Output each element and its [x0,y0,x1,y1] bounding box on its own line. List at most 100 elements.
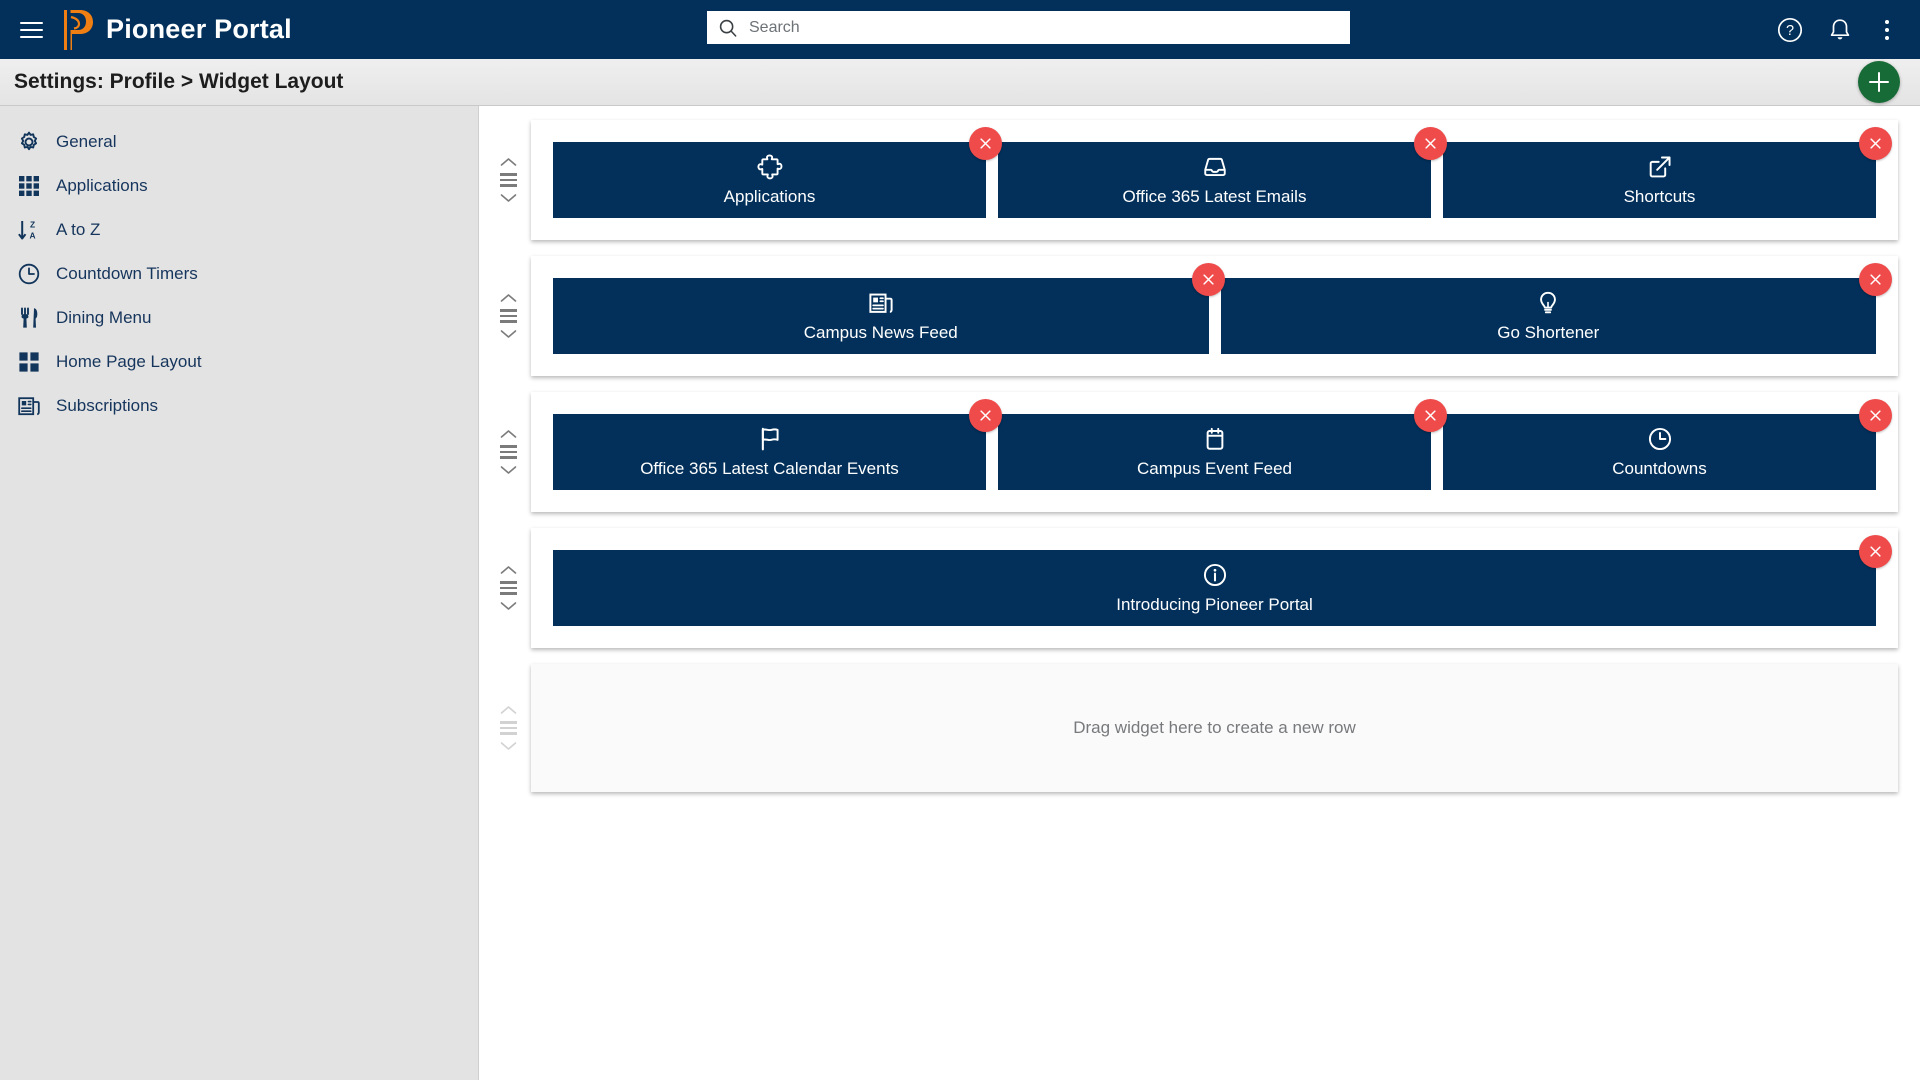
add-widget-button[interactable] [1858,61,1900,103]
remove-widget-button[interactable] [1414,399,1447,432]
settings-sidebar: General Applications Z A A to Z Countdown Tim… [0,106,479,1080]
remove-widget-button[interactable] [1859,127,1892,160]
row-drag-handle-disabled [485,664,531,792]
info-circle-icon [1203,563,1226,587]
widget-label: Campus Event Feed [1137,458,1292,478]
search-input[interactable] [747,17,1340,38]
hamburger-bar [19,21,43,24]
row-drag-handle[interactable] [485,392,531,512]
widget-tile[interactable]: Applications [553,127,1002,218]
widget-label: Countdowns [1612,458,1707,478]
svg-text:A: A [29,231,35,241]
chevron-down-icon [500,329,516,338]
remove-widget-button[interactable] [1191,263,1225,296]
widget-tile[interactable]: Office 365 Latest Calendar Events [553,399,1002,490]
row-drag-handle[interactable] [485,120,531,240]
remove-widget-button[interactable] [1859,399,1892,432]
drag-grip-icon [499,173,517,187]
new-row-dropzone-row: Drag widget here to create a new row [479,664,1920,792]
chevron-up-icon [500,294,516,303]
overflow-menu-icon[interactable] [1876,16,1898,44]
drag-grip-icon [499,445,517,459]
widget-tile[interactable]: Go Shortener [1220,263,1892,354]
svg-text:Z: Z [30,220,35,230]
widget-tile[interactable]: Campus Event Feed [998,399,1447,490]
newspaper-icon [867,290,894,317]
calendar-icon [1206,427,1223,450]
widget-tile[interactable]: Campus News Feed [553,263,1225,354]
inbox-tray-icon [1201,154,1228,181]
sort-alpha-icon: ZA [18,220,36,241]
grid-2x2-icon [16,349,42,375]
sidebar-item-applications[interactable]: Applications [0,164,478,208]
clock-icon [1646,426,1673,453]
new-row-dropzone[interactable]: Drag widget here to create a new row [531,664,1898,792]
newspaper-icon [16,393,42,419]
widget-tile[interactable]: Introducing Pioneer Portal [553,535,1892,626]
dropzone-label: Drag widget here to create a new row [1073,718,1356,737]
remove-widget-button[interactable] [1859,263,1892,296]
remove-widget-button[interactable] [969,399,1002,432]
kebab-dot [1885,35,1889,40]
sidebar-item-subscriptions[interactable]: Subscriptions [0,384,478,428]
sidebar-item-a-to-z[interactable]: ZA A to Z [0,208,478,252]
grid-2x2-icon [19,352,39,372]
kebab-dot [1885,27,1889,32]
search-bar[interactable] [707,11,1350,44]
sidebar-item-label: Countdown Timers [56,264,198,283]
widget-row: Office 365 Latest Calendar Events Campus … [479,392,1920,512]
newspaper-icon [869,293,893,313]
grid-3x3-icon [19,176,39,196]
remove-widget-button[interactable] [969,127,1002,160]
widget-row-card: Office 365 Latest Calendar Events Campus … [531,392,1898,512]
pioneer-p-logo[interactable] [58,8,94,52]
fork-knife-icon [21,307,38,328]
sidebar-item-dining-menu[interactable]: Dining Menu [0,296,478,340]
widget-tile[interactable]: Shortcuts [1443,127,1892,218]
widget-label: Applications [723,186,816,206]
gear-icon [16,129,42,155]
drag-grip-icon [499,721,517,735]
flag-icon [756,426,783,453]
chevron-up-icon [500,430,516,439]
sidebar-item-countdown-timers[interactable]: Countdown Timers [0,252,478,296]
sidebar-item-label: Subscriptions [56,396,159,415]
chevron-down-icon [500,465,516,474]
widget-label: Shortcuts [1623,186,1696,206]
widget-row-card: Campus News Feed Go Shortener [531,256,1898,376]
grid-3x3-icon [16,173,42,199]
hamburger-menu-icon[interactable] [14,13,48,47]
close-x-icon [980,138,991,149]
chevron-down-icon [500,193,516,202]
row-drag-handle[interactable] [485,256,531,376]
sidebar-item-label: Dining Menu [56,308,152,327]
kebab-dot [1885,19,1889,24]
remove-widget-button[interactable] [1859,535,1892,568]
close-x-icon [1870,546,1881,557]
hamburger-bar [19,28,43,31]
widget-row: Campus News Feed Go Shortener [479,256,1920,376]
widget-label: Go Shortener [1497,322,1600,342]
sidebar-item-home-page-layout[interactable]: Home Page Layout [0,340,478,384]
chevron-down-icon [500,741,516,750]
widget-tile[interactable]: Countdowns [1443,399,1892,490]
remove-widget-button[interactable] [1414,127,1447,160]
search-icon [719,19,737,37]
notifications-bell-icon[interactable] [1826,16,1854,44]
row-drag-handle[interactable] [485,528,531,648]
svg-text:?: ? [1786,23,1794,39]
widget-row: Applications Office 365 Latest Emails Shor… [479,120,1920,240]
clock-icon [16,261,42,287]
external-link-icon [1649,156,1671,178]
puzzle-piece-icon [756,154,783,181]
lightbulb-icon [1540,291,1557,314]
hamburger-bar [19,35,43,38]
sort-alpha-icon: ZA [16,217,42,243]
sidebar-item-general[interactable]: General [0,120,478,164]
external-link-icon [1646,154,1673,181]
fork-knife-icon [16,305,42,331]
close-x-icon [980,410,991,421]
help-icon[interactable]: ? [1776,16,1804,44]
widget-row-card: Introducing Pioneer Portal [531,528,1898,648]
widget-tile[interactable]: Office 365 Latest Emails [998,127,1447,218]
